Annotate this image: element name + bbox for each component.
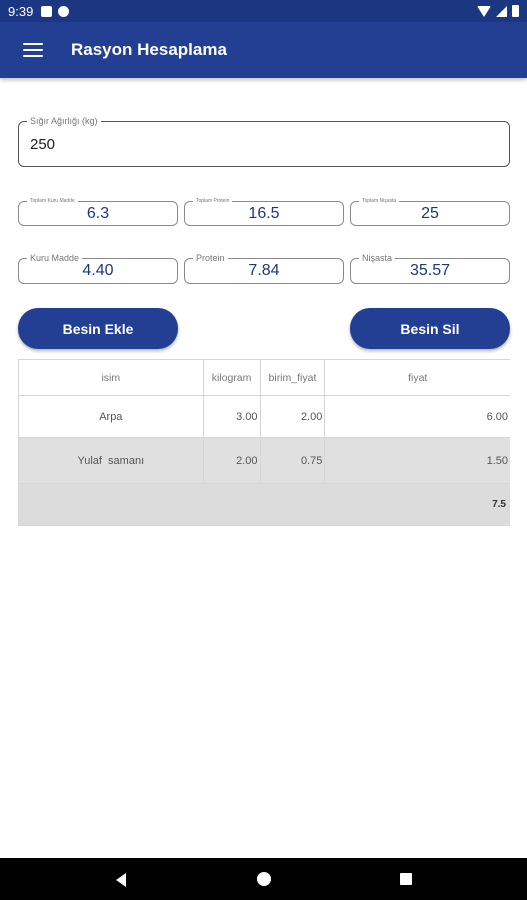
header-unit-price: birim_fiyat [261,360,326,395]
starch-value: 35.57 [409,262,451,279]
dry-matter-field[interactable]: Kuru Madde 4.40 [18,252,178,284]
status-indicators [477,5,519,17]
navigation-bar [0,858,527,900]
add-food-button[interactable]: Besin Ekle [18,308,178,349]
cell-price: 1.50 [486,454,509,467]
protein-value: 7.84 [248,262,280,279]
total-protein-label: Toplam Protein [193,198,233,205]
total-dry-matter-label: Toplam Kuru Madde [27,198,78,205]
home-circle-icon[interactable] [257,872,271,886]
battery-icon [512,5,519,17]
app-bar: Rasyon Hesaplama [0,22,527,78]
cell-price: 6.00 [486,410,509,423]
status-bar: 9:39 [0,0,527,22]
wifi-icon [477,5,491,17]
cell-name: Yulaf samanı [19,438,204,483]
cell-name: Arpa [19,396,204,437]
table-row[interactable]: Arpa 3.00 2.00 6.00 [19,396,510,438]
app-title: Rasyon Hesaplama [71,40,227,59]
hamburger-menu-icon[interactable] [23,43,43,57]
header-name: isim [19,360,204,395]
total-starch-field[interactable]: Toplam Nişasta 25 [350,198,510,226]
recent-apps-square-icon[interactable] [400,873,412,885]
ration-table: isim kilogram birim_fiyat fiyat Arpa 3.0… [18,359,510,526]
protein-field[interactable]: Protein 7.84 [184,252,344,284]
app-notification-icon [58,5,70,17]
header-price: fiyat [408,371,428,384]
weight-label: Sığır Ağırlığı (kg) [27,115,101,127]
dry-matter-value: 4.40 [82,262,114,279]
cell-unit-price: 2.00 [261,396,326,437]
weight-field[interactable]: Sığır Ağırlığı (kg) 250 [18,115,510,167]
back-triangle-icon[interactable] [116,873,126,887]
total-dry-matter-value: 6.3 [86,205,110,222]
cell-kilogram: 3.00 [204,396,261,437]
signal-icon [496,5,507,17]
status-time: 9:39 [8,3,34,19]
total-starch-value: 25 [421,205,439,222]
total-starch-label: Toplam Nişasta [359,198,400,205]
table-total-row: 7.5 [19,484,510,526]
notification-icon [41,5,53,17]
total-protein-value: 16.5 [248,205,280,222]
total-protein-field[interactable]: Toplam Protein 16.5 [184,198,344,226]
table-row[interactable]: Yulaf samanı 2.00 0.75 1.50 [19,438,510,484]
starch-field[interactable]: Nişasta 35.57 [350,252,510,284]
table-header-row: isim kilogram birim_fiyat fiyat [19,360,510,396]
header-kilogram: kilogram [204,360,261,395]
total-price: 7.5 [492,499,506,510]
weight-value: 250 [30,136,56,153]
cell-unit-price: 0.75 [261,438,326,483]
remove-food-button[interactable]: Besin Sil [350,308,510,349]
total-dry-matter-field[interactable]: Toplam Kuru Madde 6.3 [18,198,178,226]
cell-kilogram: 2.00 [204,438,261,483]
